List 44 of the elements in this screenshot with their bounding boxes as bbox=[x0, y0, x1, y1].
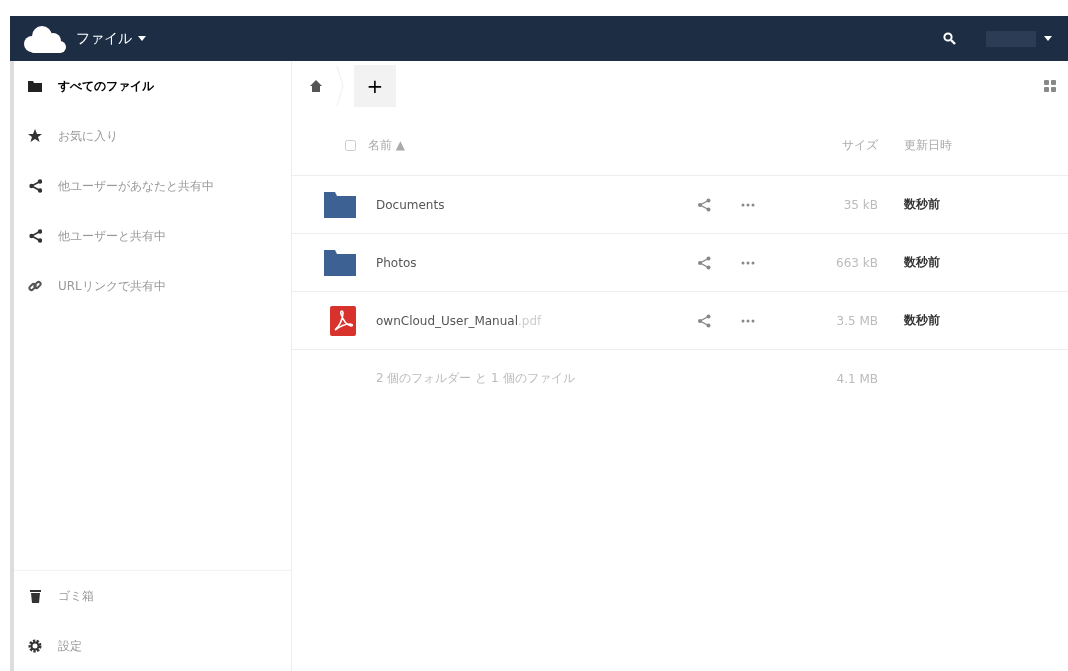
share-icon[interactable] bbox=[697, 313, 711, 328]
modified-time: 数秒前 bbox=[903, 312, 941, 329]
file-size: 3.5 MB bbox=[835, 313, 878, 328]
caret-icon bbox=[138, 36, 146, 41]
new-button[interactable]: + bbox=[354, 65, 396, 107]
modified-time: 数秒前 bbox=[903, 254, 941, 271]
file-name[interactable]: Photos bbox=[376, 255, 417, 270]
trash-icon bbox=[29, 589, 41, 603]
star-icon bbox=[28, 129, 42, 143]
link-icon bbox=[28, 279, 42, 293]
cloud-logo-icon[interactable] bbox=[22, 23, 68, 54]
column-header[interactable]: サイズ bbox=[778, 136, 878, 154]
total-size: 4.1 MB bbox=[835, 371, 878, 386]
settings-icon bbox=[28, 639, 42, 653]
more-icon[interactable] bbox=[741, 318, 755, 323]
share-icon bbox=[28, 229, 42, 243]
folder-icon bbox=[28, 80, 42, 92]
select-all-checkbox[interactable] bbox=[345, 139, 356, 151]
file-size: 663 kB bbox=[835, 255, 878, 270]
more-icon[interactable] bbox=[741, 260, 755, 265]
sidebar-item[interactable]: 他ユーザーがあなたと共有中 bbox=[14, 161, 291, 211]
file-name[interactable]: Documents bbox=[376, 197, 445, 212]
share-icon[interactable] bbox=[697, 255, 711, 270]
sidebar-item[interactable]: ゴミ箱 bbox=[14, 571, 291, 621]
folder-icon bbox=[324, 249, 356, 276]
column-header[interactable]: 更新日時 bbox=[878, 136, 968, 154]
share-icon[interactable] bbox=[697, 197, 711, 212]
pdf-icon bbox=[330, 305, 356, 336]
share-icon bbox=[28, 179, 42, 193]
file-size: 35 kB bbox=[842, 197, 878, 212]
app-menu[interactable]: ファイル bbox=[76, 29, 146, 48]
caret-icon[interactable] bbox=[1044, 36, 1052, 41]
home-icon[interactable] bbox=[310, 80, 322, 92]
sidebar-item[interactable]: すべてのファイル bbox=[14, 61, 291, 111]
modified-time: 数秒前 bbox=[903, 196, 941, 213]
more-icon[interactable] bbox=[741, 202, 755, 207]
sidebar-item[interactable]: URLリンクで共有中 bbox=[14, 261, 291, 311]
sidebar-item[interactable]: お気に入り bbox=[14, 111, 291, 161]
sidebar-item[interactable]: 設定 bbox=[14, 621, 291, 671]
sidebar-item[interactable]: 他ユーザーと共有中 bbox=[14, 211, 291, 261]
column-header[interactable]: 名前 ▲ bbox=[356, 136, 690, 154]
grid-view-icon[interactable] bbox=[1044, 80, 1056, 92]
search-icon[interactable] bbox=[943, 32, 956, 45]
folder-icon bbox=[324, 191, 356, 218]
